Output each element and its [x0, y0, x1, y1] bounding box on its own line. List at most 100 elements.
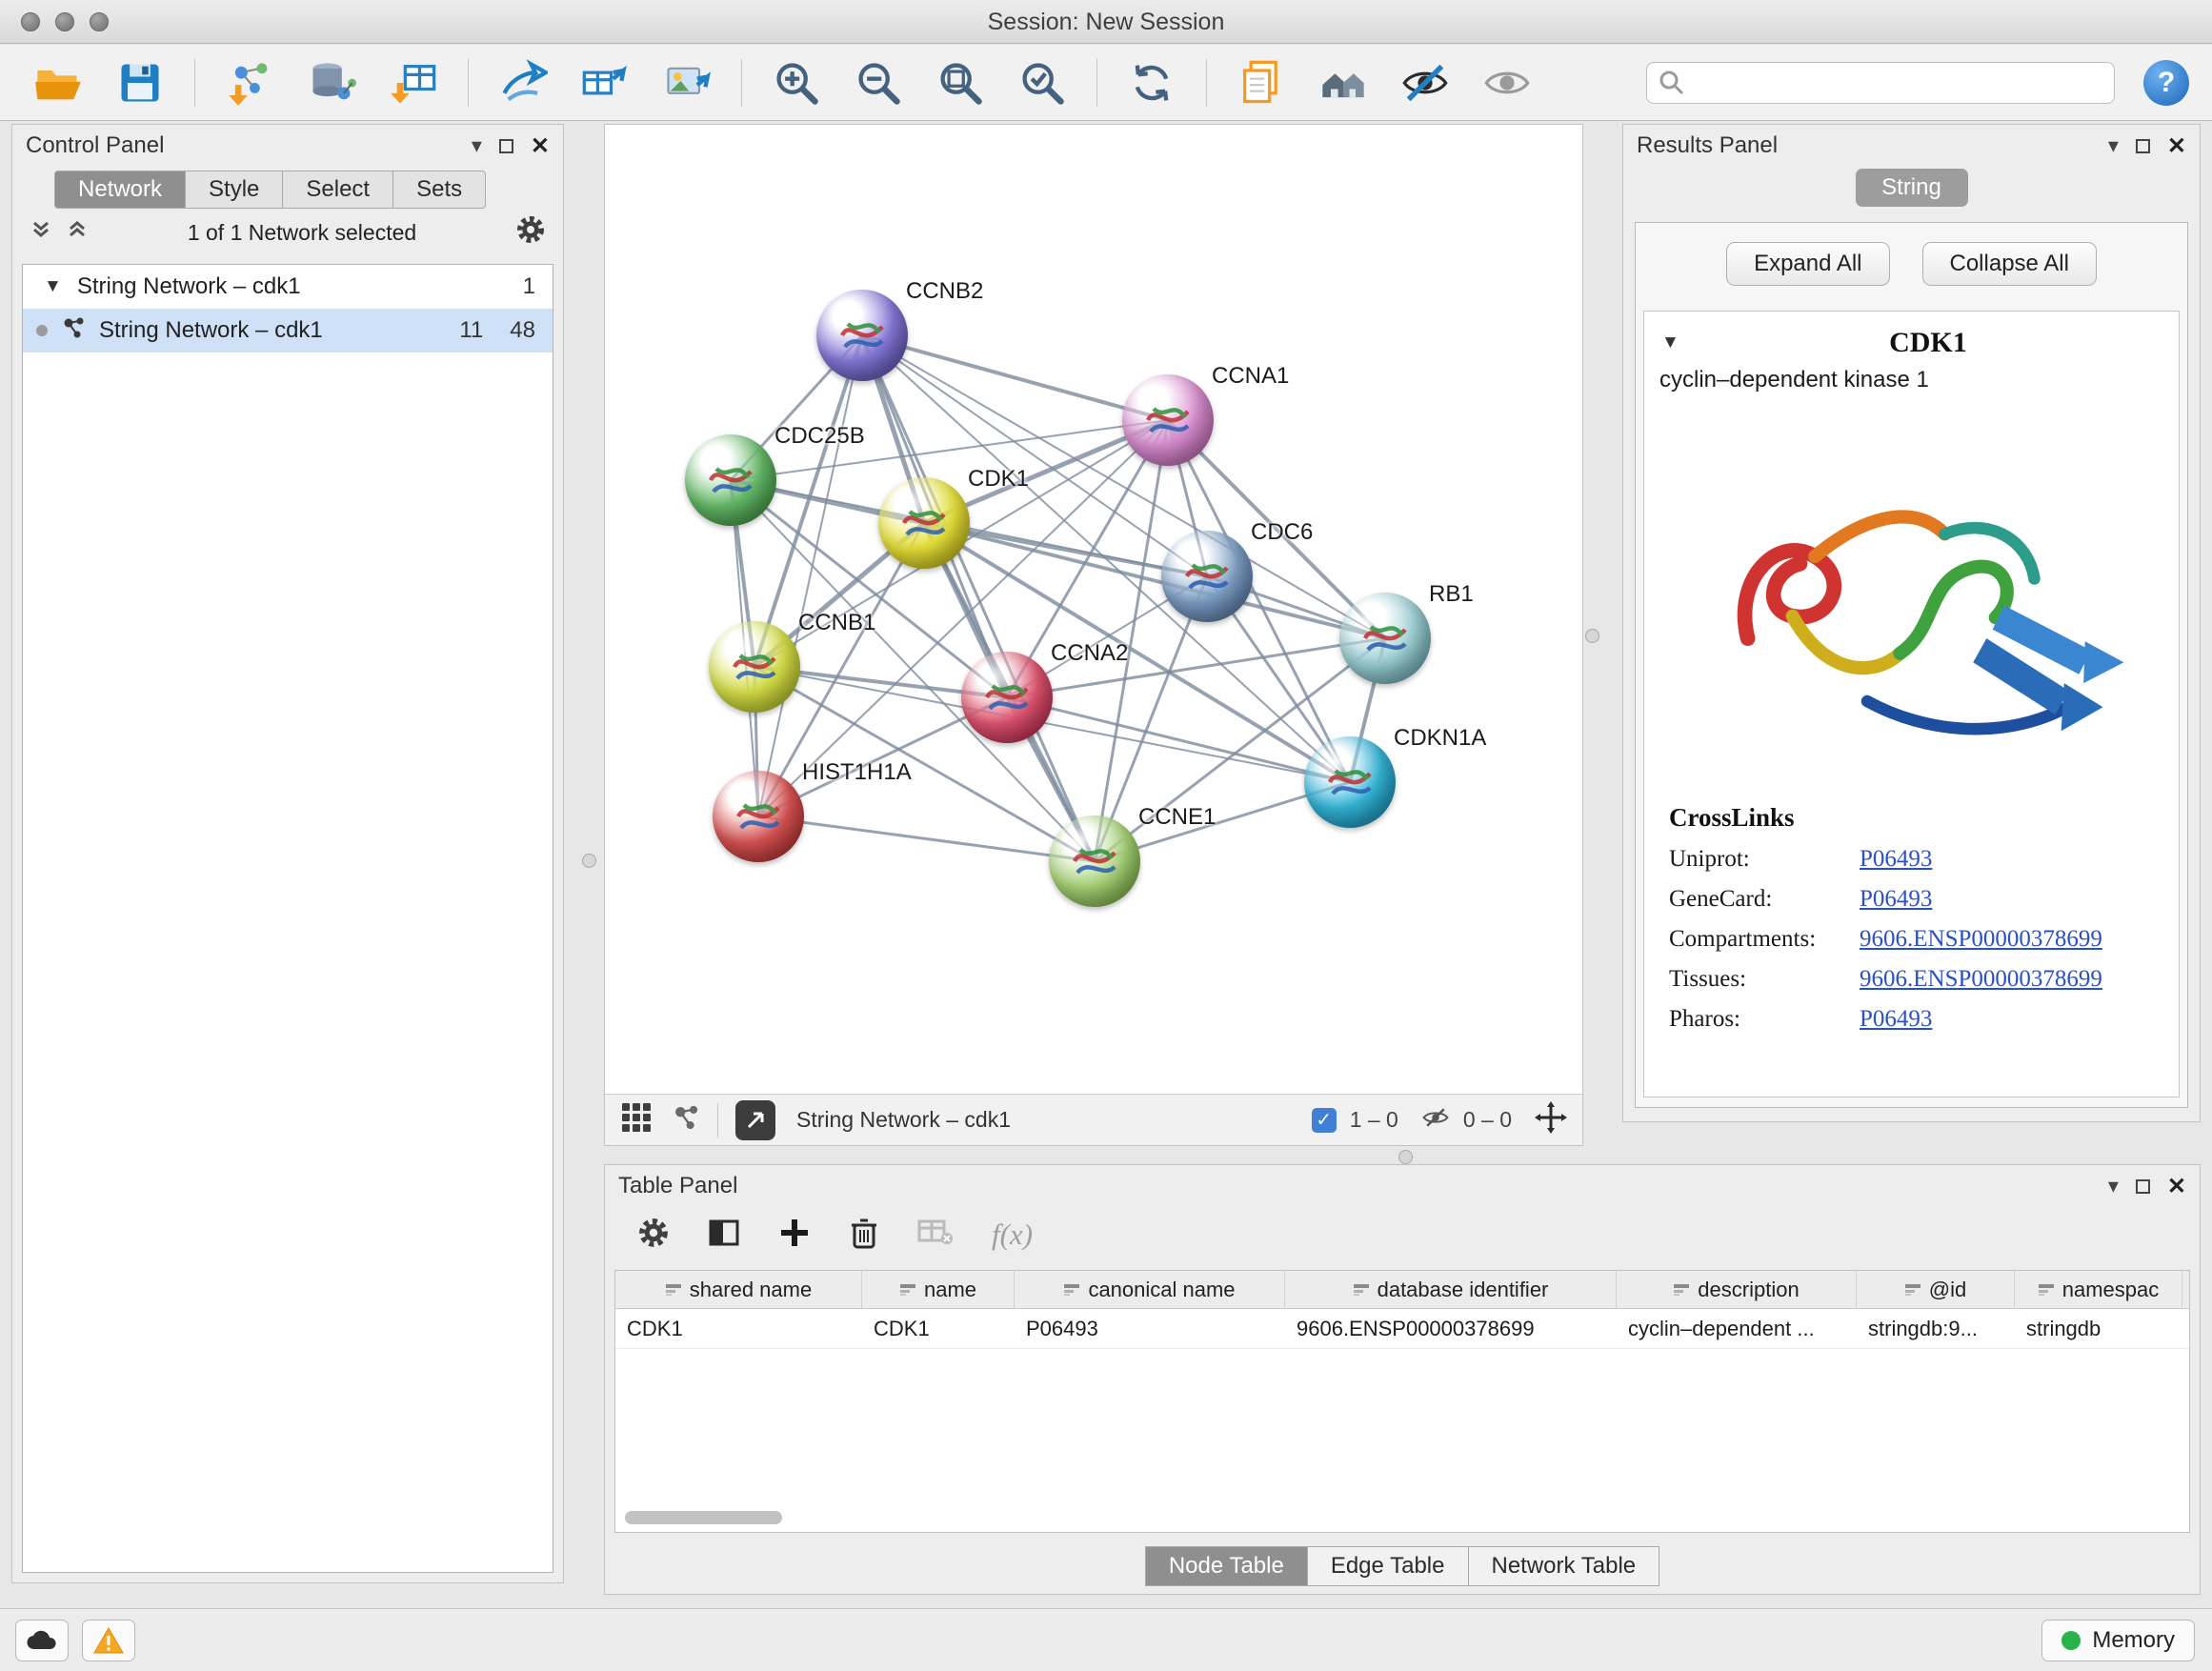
splitter-knob[interactable] [582, 854, 596, 868]
network-node-ccnb2[interactable] [816, 290, 908, 381]
network-node-ccna2[interactable] [961, 652, 1053, 743]
network-node-cdkn1a[interactable] [1304, 736, 1396, 828]
table-settings-gear-icon[interactable] [637, 1217, 670, 1254]
column-header-database-identifier[interactable]: database identifier [1285, 1271, 1617, 1308]
zoom-selected-button[interactable] [1013, 53, 1072, 112]
zoom-in-button[interactable] [767, 53, 826, 112]
table-cell[interactable]: 9606.ENSP00000378699 [1285, 1309, 1617, 1348]
expand-all-networks-icon[interactable] [30, 218, 52, 247]
search-input[interactable] [1646, 62, 2115, 104]
tab-string[interactable]: String [1856, 169, 1968, 207]
network-canvas[interactable]: CCNB2 CCNA1 CDC25B CDK1 CDC6 RB1 CCNB1 C… [605, 125, 1582, 1094]
close-panel-icon[interactable]: ✕ [531, 132, 550, 160]
splitter-knob[interactable] [1398, 1150, 1413, 1164]
column-header-description[interactable]: description [1617, 1271, 1857, 1308]
clone-network-button[interactable] [493, 53, 553, 112]
minimize-window-button[interactable] [55, 12, 74, 31]
hide-selected-button[interactable] [1396, 53, 1455, 112]
home-icon [1318, 58, 1368, 108]
home-button[interactable] [1314, 53, 1373, 112]
float-panel-icon[interactable] [2136, 139, 2150, 153]
network-node-cdc25b[interactable] [685, 434, 776, 526]
birds-eye-grid-icon[interactable] [620, 1101, 653, 1139]
network-from-table-button[interactable] [575, 53, 634, 112]
table-row[interactable]: CDK1CDK1P064939606.ENSP00000378699cyclin… [615, 1309, 2189, 1349]
import-network-database-button[interactable] [302, 53, 361, 112]
collapse-panel-icon[interactable]: ▾ [2108, 1174, 2119, 1198]
network-collection-row[interactable]: ▼ String Network – cdk1 1 [23, 265, 553, 309]
export-image-button[interactable] [657, 53, 716, 112]
network-node-cdk1[interactable] [878, 477, 970, 569]
column-header--id[interactable]: @id [1857, 1271, 2015, 1308]
toolbar-separator [1206, 59, 1207, 107]
save-session-button[interactable] [111, 53, 170, 112]
splitter-knob[interactable] [1585, 629, 1599, 643]
add-column-icon[interactable] [778, 1217, 811, 1254]
protein-structure-image [1688, 411, 2136, 792]
column-header-canonical-name[interactable]: canonical name [1015, 1271, 1285, 1308]
network-node-ccne1[interactable] [1049, 815, 1140, 907]
delete-column-trash-icon[interactable] [849, 1217, 879, 1254]
refresh-button[interactable] [1122, 53, 1181, 112]
table-cell[interactable]: CDK1 [862, 1309, 1015, 1348]
open-session-button[interactable] [29, 53, 88, 112]
table-cell[interactable]: CDK1 [615, 1309, 862, 1348]
pan-crosshair-icon[interactable] [1535, 1101, 1567, 1139]
column-header-namespac[interactable]: namespac [2015, 1271, 2182, 1308]
tab-sets[interactable]: Sets [393, 171, 486, 209]
collapse-panel-icon[interactable]: ▾ [472, 133, 482, 158]
show-all-button[interactable] [1478, 53, 1537, 112]
close-panel-icon[interactable]: ✕ [2167, 1173, 2186, 1200]
network-node-ccna1[interactable] [1122, 374, 1214, 466]
selected-nodes-checkbox-icon[interactable]: ✓ [1312, 1108, 1337, 1133]
network-node-rb1[interactable] [1339, 593, 1431, 684]
network-node-ccnb1[interactable] [709, 621, 800, 713]
network-share-icon[interactable] [672, 1103, 700, 1137]
close-window-button[interactable] [21, 12, 40, 31]
table-cell[interactable]: cyclin–dependent ... [1617, 1309, 1857, 1348]
collapse-all-button[interactable]: Collapse All [1922, 242, 2097, 286]
import-table-file-button[interactable] [384, 53, 443, 112]
tab-select[interactable]: Select [283, 171, 393, 209]
zoom-window-button[interactable] [90, 12, 109, 31]
crosslink-link[interactable]: P06493 [1860, 846, 1932, 873]
refresh-icon [1127, 58, 1176, 108]
import-network-file-button[interactable] [220, 53, 279, 112]
gene-caret-icon[interactable]: ▼ [1661, 332, 1679, 353]
table-cell[interactable]: stringdb:9... [1857, 1309, 2015, 1348]
show-columns-icon[interactable] [708, 1217, 740, 1254]
tab-style[interactable]: Style [186, 171, 283, 209]
column-header-name[interactable]: name [862, 1271, 1015, 1308]
memory-button[interactable]: Memory [2041, 1620, 2195, 1661]
collapse-all-networks-icon[interactable] [66, 218, 89, 247]
tab-node-table[interactable]: Node Table [1145, 1546, 1308, 1586]
table-horizontal-scrollbar[interactable] [625, 1511, 782, 1524]
collection-caret-icon[interactable]: ▼ [44, 276, 62, 297]
zoom-out-button[interactable] [849, 53, 908, 112]
crosslink-link[interactable]: P06493 [1860, 886, 1932, 913]
expand-all-button[interactable]: Expand All [1726, 242, 1889, 286]
warnings-button[interactable] [82, 1620, 135, 1661]
tab-network-table[interactable]: Network Table [1469, 1546, 1660, 1586]
open-in-new-window-button[interactable] [735, 1100, 775, 1140]
float-panel-icon[interactable] [2136, 1179, 2150, 1194]
column-header-shared-name[interactable]: shared name [615, 1271, 862, 1308]
network-row-selected[interactable]: String Network – cdk1 11 48 [23, 309, 553, 352]
float-panel-icon[interactable] [499, 139, 513, 153]
collapse-panel-icon[interactable]: ▾ [2108, 133, 2119, 158]
network-options-gear-icon[interactable] [515, 214, 546, 251]
close-panel-icon[interactable]: ✕ [2167, 132, 2186, 160]
help-button[interactable]: ? [2143, 60, 2189, 106]
crosslink-link[interactable]: 9606.ENSP00000378699 [1860, 926, 2102, 953]
zoom-fit-button[interactable] [931, 53, 990, 112]
cloud-status-button[interactable] [15, 1620, 69, 1661]
crosslink-link[interactable]: P06493 [1860, 1006, 1932, 1033]
tab-edge-table[interactable]: Edge Table [1308, 1546, 1469, 1586]
copy-document-button[interactable] [1232, 53, 1291, 112]
network-node-hist1h1a[interactable] [713, 771, 804, 862]
crosslink-link[interactable]: 9606.ENSP00000378699 [1860, 966, 2102, 993]
table-cell[interactable]: P06493 [1015, 1309, 1285, 1348]
table-cell[interactable]: stringdb [2015, 1309, 2182, 1348]
network-node-cdc6[interactable] [1161, 531, 1253, 622]
tab-network[interactable]: Network [54, 171, 186, 209]
